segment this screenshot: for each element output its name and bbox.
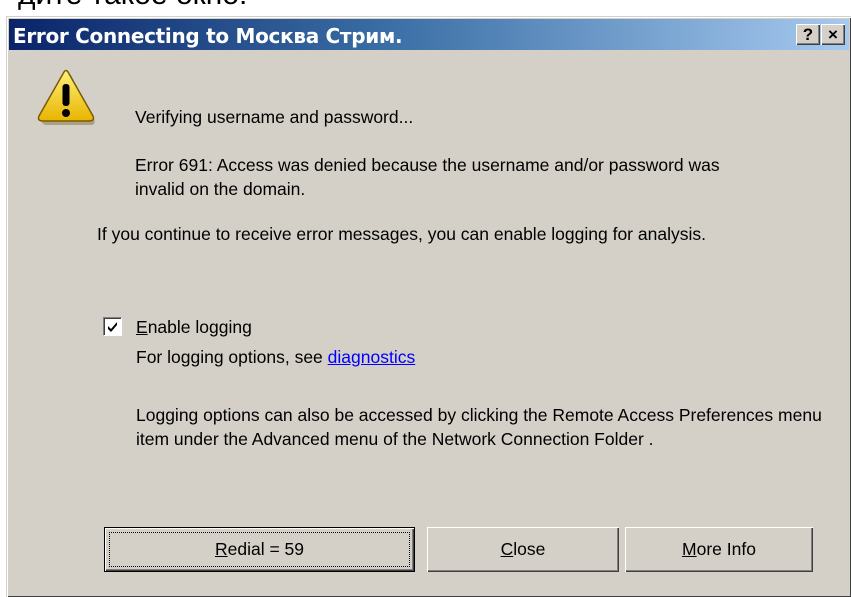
close-button[interactable]: Close [427,527,619,572]
focus-rect [109,532,410,567]
background-caption: дите такое окно: [18,0,247,12]
error-message: Error 691: Access was denied because the… [135,155,720,199]
redial-button[interactable]: Redial = 59 [104,527,415,572]
advice-text: If you continue to receive error message… [97,224,706,244]
button-label: ore Info [696,539,756,559]
status-line: Verifying username and password... [135,107,414,127]
logging-options-prefix: For logging options, see [136,347,328,367]
checkmark-icon [108,322,117,332]
diagnostics-link[interactable]: diagnostics [328,347,416,367]
title-bar[interactable]: Error Connecting to Москва Стрим. ? × [9,19,849,50]
enable-logging-checkbox[interactable] [103,317,122,336]
warning-icon [37,69,95,127]
window-title: Error Connecting to Москва Стрим. [13,24,403,48]
help-button[interactable]: ? [796,24,820,45]
label-rest: nable logging [147,317,252,337]
mnemonic: E [136,317,148,337]
enable-logging-label[interactable]: Enable logging [136,315,252,339]
logging-options-text: For logging options, see diagnostics [136,345,415,369]
logging-note: Logging options can also be accessed by … [136,405,822,449]
mnemonic: C [500,539,514,559]
more-info-button[interactable]: More Info [625,527,813,572]
close-window-button[interactable]: × [821,24,845,45]
mnemonic: M [682,539,697,559]
button-label: lose [513,539,546,559]
error-dialog: Error Connecting to Москва Стрим. ? × Ve… [6,16,851,597]
